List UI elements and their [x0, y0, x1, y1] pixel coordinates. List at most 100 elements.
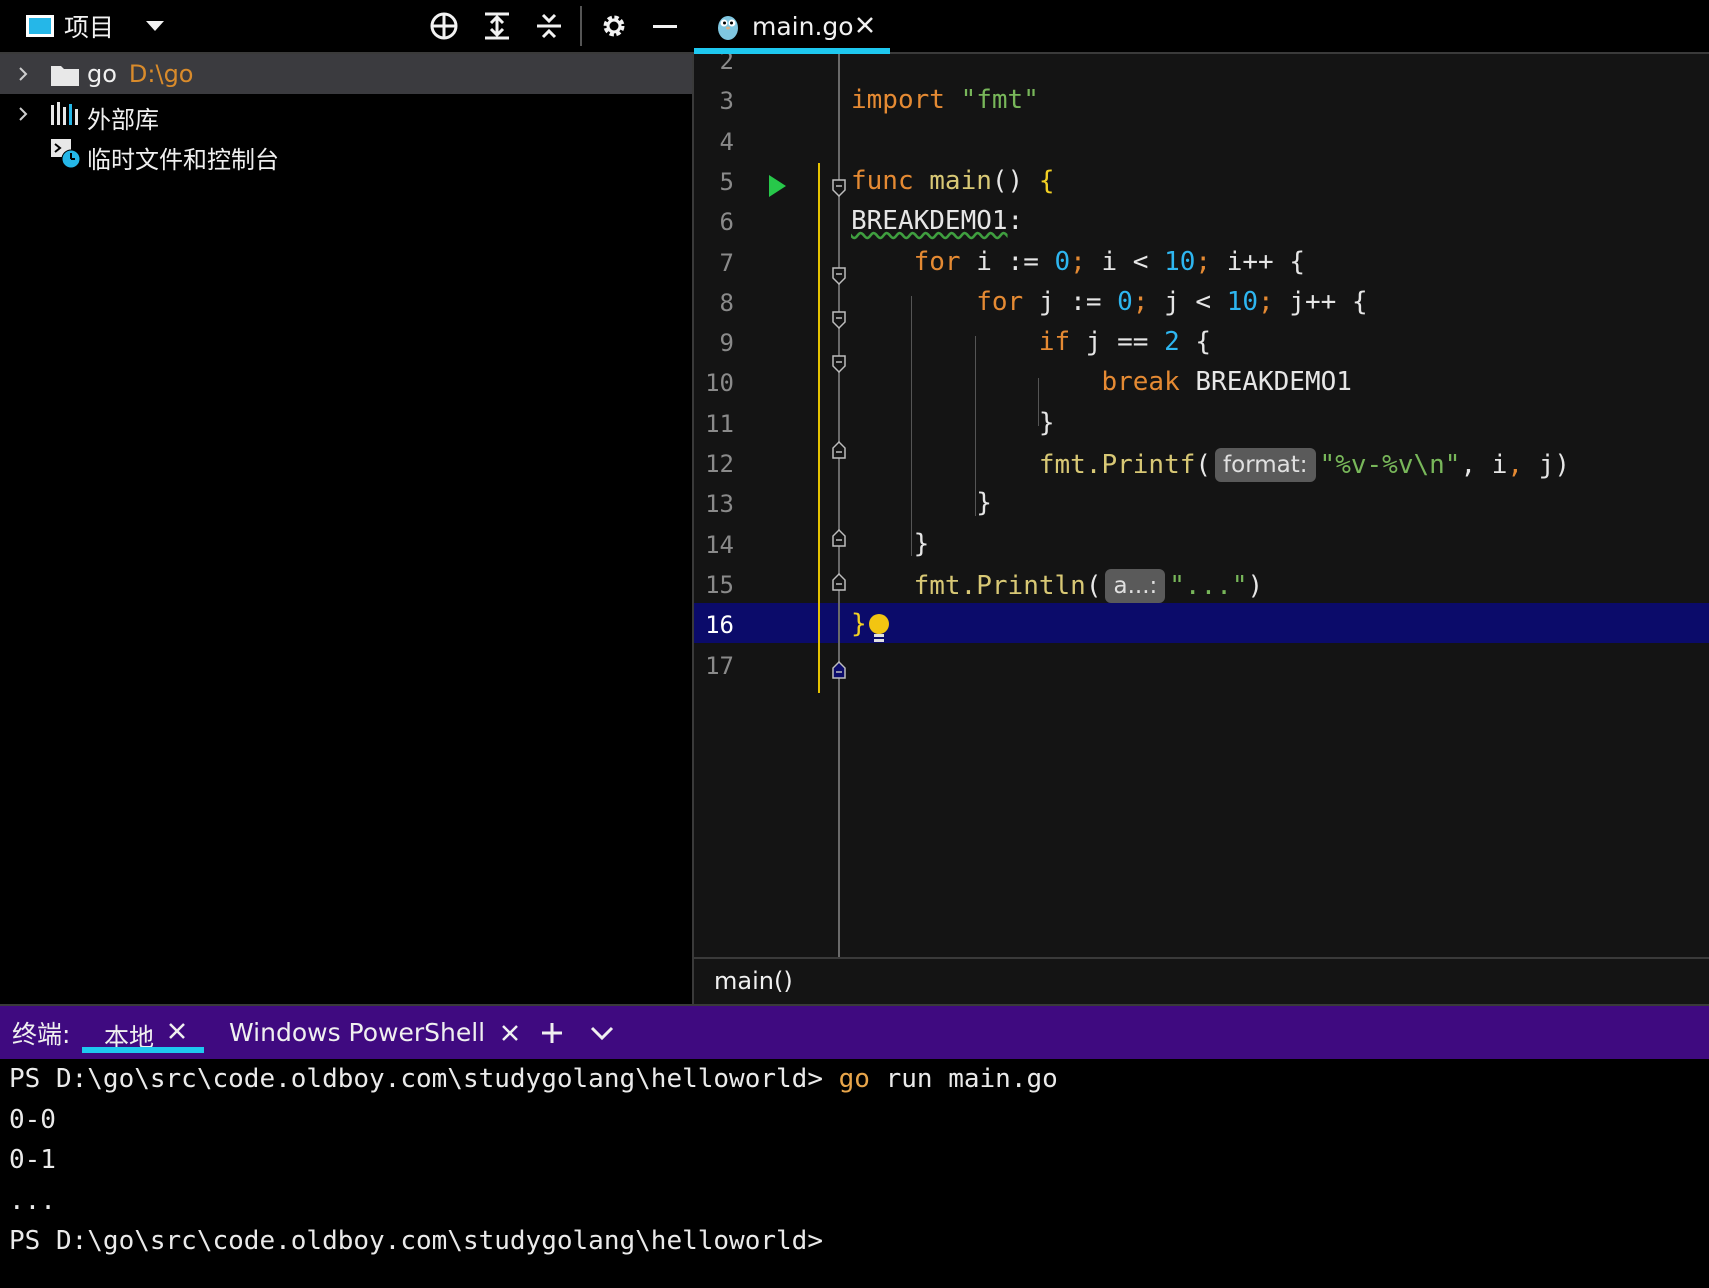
code-token: 0: [1054, 246, 1071, 277]
terminal-tab-label: Windows PowerShell: [229, 1018, 486, 1047]
code-token: j++ {: [1273, 286, 1368, 317]
project-icon: [26, 15, 54, 37]
tree-item-label: 临时文件和控制台: [87, 146, 279, 174]
breadcrumb[interactable]: main(): [714, 967, 793, 995]
code-token: (): [991, 165, 1039, 196]
code-text: for j := 0; j < 10; j++ {: [851, 286, 1368, 317]
terminal-output[interactable]: PS D:\go\src\code.oldboy.com\studygolang…: [0, 1059, 1709, 1288]
project-panel: 项目 go D:\go 外部库 临时文件和控制台: [0, 0, 694, 1004]
code-token: ;: [1132, 286, 1149, 317]
code-line[interactable]: 11 }: [694, 402, 1709, 442]
code-line[interactable]: 13 }: [694, 482, 1709, 522]
code-text: fmt.Printf(format: "%v-%v\n", i, j): [851, 448, 1570, 482]
code-text: }: [851, 529, 930, 559]
code-token: , i: [1460, 450, 1508, 480]
chevron-right-icon[interactable]: [14, 105, 32, 123]
line-number: 15: [705, 570, 734, 599]
code-token: (: [1085, 570, 1102, 601]
code-token: }: [851, 407, 1055, 438]
code-token: for: [976, 286, 1024, 317]
tab-main-go[interactable]: main.go: [694, 0, 890, 52]
minimize-icon[interactable]: [650, 0, 680, 52]
line-number: 5: [719, 167, 734, 196]
line-number: 2: [719, 54, 734, 75]
gear-icon[interactable]: [598, 0, 630, 52]
line-number: 4: [719, 127, 734, 156]
code-token: main: [929, 165, 992, 196]
code-line[interactable]: 2: [694, 54, 1709, 79]
code-token: 10: [1226, 286, 1259, 317]
fold-end-icon[interactable]: [831, 572, 847, 592]
bulb-icon[interactable]: [866, 612, 892, 646]
add-icon[interactable]: [540, 1006, 564, 1059]
tree-item-scratches[interactable]: 临时文件和控制台: [0, 134, 692, 174]
code-token: ;: [1070, 246, 1086, 277]
chevron-down-icon[interactable]: [590, 1006, 614, 1059]
code-line[interactable]: 6 BREAKDEMO1:: [694, 200, 1709, 240]
code-text: func main() {: [851, 166, 1055, 196]
line-number: 12: [705, 450, 734, 478]
collapse-all-icon[interactable]: [533, 0, 565, 52]
code-text: fmt.Println(a...: "..."): [851, 568, 1263, 603]
run-icon[interactable]: [769, 175, 786, 197]
code-line[interactable]: 4: [694, 120, 1709, 160]
locate-icon[interactable]: [428, 0, 460, 52]
fold-icon[interactable]: [831, 266, 847, 286]
terminal-args: run main.go: [869, 1064, 1058, 1094]
tree-item-external-libraries[interactable]: 外部库: [0, 94, 692, 134]
code-line[interactable]: 3 import "fmt": [694, 79, 1709, 119]
code-token: j :=: [1023, 286, 1118, 317]
line-number: 7: [719, 248, 734, 277]
terminal-tab-active-indicator: [82, 1047, 204, 1053]
code-token: fmt.: [1038, 450, 1102, 480]
line-number: 16: [705, 611, 734, 640]
close-icon[interactable]: [854, 14, 876, 36]
terminal-prompt: PS D:\go\src\code.oldboy.com\studygolang…: [9, 1064, 839, 1094]
close-icon[interactable]: [166, 1020, 188, 1042]
dropdown-icon[interactable]: [140, 0, 170, 52]
fold-icon[interactable]: [831, 310, 847, 330]
code-token: "fmt": [960, 85, 1039, 116]
project-view-selector[interactable]: 项目: [26, 0, 156, 52]
line-number: 13: [705, 490, 734, 519]
code-text: import "fmt": [851, 85, 1039, 115]
code-token: i <: [1085, 246, 1165, 277]
tree-item-go[interactable]: go D:\go: [0, 54, 692, 94]
line-number: 6: [719, 208, 734, 237]
terminal-line: 0-0: [9, 1104, 56, 1135]
code-text: if j == 2 {: [851, 327, 1211, 357]
indent-guide: [1038, 378, 1039, 426]
code-token: {: [1038, 165, 1055, 196]
indent-guide: [975, 336, 976, 516]
toolbar-separator: [580, 6, 582, 46]
terminal-tab-powershell[interactable]: Windows PowerShell: [229, 1006, 521, 1059]
folder-icon: [51, 66, 79, 86]
tree-item-path: D:\go: [128, 60, 194, 88]
fold-end-icon[interactable]: [831, 440, 847, 460]
indent-guide: [911, 296, 912, 556]
terminal-line: PS D:\go\src\code.oldboy.com\studygolang…: [9, 1064, 1058, 1094]
line-number: 10: [705, 369, 734, 398]
close-icon[interactable]: [499, 1022, 521, 1044]
fold-end-icon[interactable]: [831, 528, 847, 548]
code-text: for i := 0; i < 10; i++ {: [851, 247, 1305, 277]
code-line[interactable]: 16}: [694, 603, 1709, 644]
tree-item-label: go: [87, 60, 117, 88]
fold-icon[interactable]: [831, 354, 847, 374]
library-icon: [51, 102, 78, 125]
terminal-header: 终端: 本地 Windows PowerShell: [0, 1004, 1709, 1059]
code-text: break BREAKDEMO1: [851, 367, 1351, 398]
code-token: i :=: [960, 246, 1055, 277]
code-token: 10: [1164, 246, 1196, 277]
scratch-icon: [51, 139, 81, 169]
fold-end-icon[interactable]: [831, 660, 847, 680]
code-token: break: [1101, 367, 1180, 398]
expand-all-icon[interactable]: [481, 0, 513, 52]
code-token: ;: [1195, 246, 1212, 277]
fold-icon[interactable]: [831, 178, 847, 198]
chevron-right-icon[interactable]: [14, 65, 32, 83]
